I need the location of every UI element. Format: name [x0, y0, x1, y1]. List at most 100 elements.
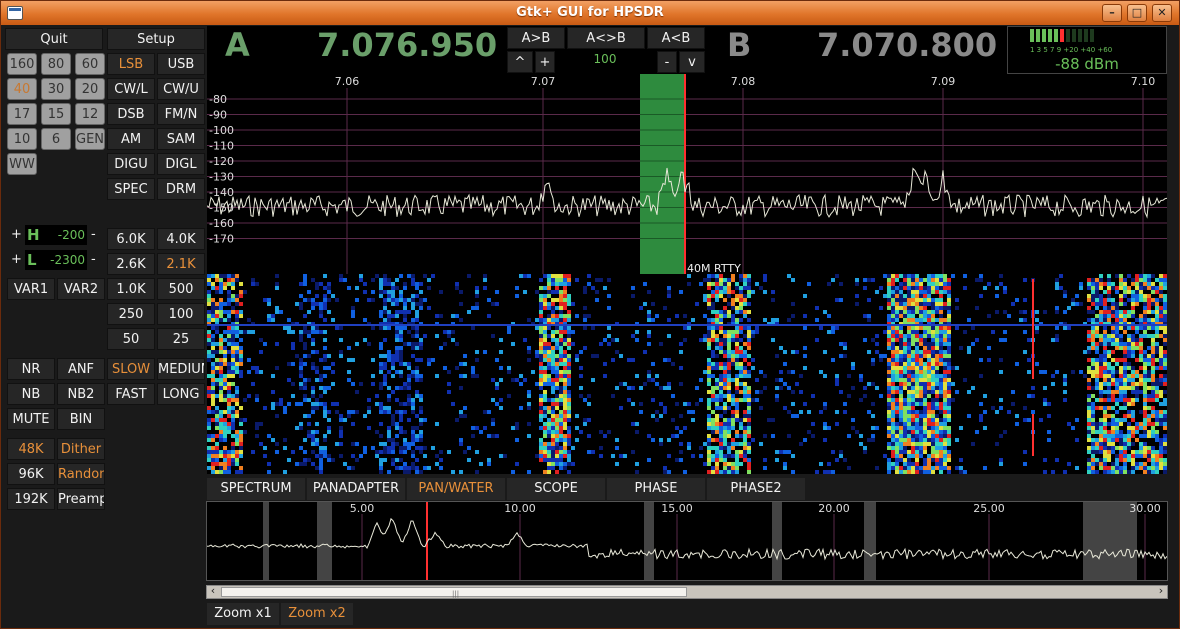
mode-digl-button[interactable]: DIGL [157, 153, 205, 175]
filter-2-1k-button[interactable]: 2.1K [157, 253, 205, 275]
nr-button[interactable]: NR [7, 358, 55, 380]
band-40-button[interactable]: 40 [7, 78, 37, 100]
mode-cw-l-button[interactable]: CW/L [107, 78, 155, 100]
a-swap-b-button[interactable]: A<>B [567, 27, 645, 49]
bandscope[interactable]: 5.00 10.00 15.00 20.00 25.00 30.00 [206, 501, 1168, 581]
band-segment[interactable] [772, 502, 782, 580]
scroll-left-icon[interactable]: ‹ [207, 584, 219, 597]
maximize-button[interactable]: □ [1127, 4, 1147, 22]
waterfall-pixel [887, 386, 891, 390]
a-to-b-button[interactable]: A>B [507, 27, 565, 49]
var2-button[interactable]: VAR2 [57, 278, 105, 300]
band-6-button[interactable]: 6 [41, 128, 71, 150]
band-160-button[interactable]: 160 [7, 53, 37, 75]
band-80-button[interactable]: 80 [41, 53, 71, 75]
panadapter[interactable]: -80 -90 -100 -110 -120 -130 -140 -150 -160 -170 7.… [207, 74, 1167, 274]
random-button[interactable]: Random [57, 463, 105, 485]
quit-button[interactable]: Quit [5, 28, 103, 50]
var1-button[interactable]: VAR1 [7, 278, 55, 300]
nb-button[interactable]: NB [7, 383, 55, 405]
step-plus-button[interactable]: + [535, 51, 555, 73]
band-12-button[interactable]: 12 [75, 103, 105, 125]
mode-sam-button[interactable]: SAM [157, 128, 205, 150]
band-10-button[interactable]: 10 [7, 128, 37, 150]
anf-button[interactable]: ANF [57, 358, 105, 380]
bandscope-scrollbar[interactable]: ‹ ||| › [206, 584, 1168, 599]
filter-50-button[interactable]: 50 [107, 328, 155, 350]
band-17-button[interactable]: 17 [7, 103, 37, 125]
mute-button[interactable]: MUTE [7, 408, 55, 430]
mode-am-button[interactable]: AM [107, 128, 155, 150]
filter-250-button[interactable]: 250 [107, 303, 155, 325]
filter-1-0k-button[interactable]: 1.0K [107, 278, 155, 300]
filter-500-button[interactable]: 500 [157, 278, 205, 300]
preamp-button[interactable]: Preamp [57, 488, 105, 510]
tab-panadapter[interactable]: PANADAPTER [307, 478, 405, 500]
band-30-button[interactable]: 30 [41, 78, 71, 100]
filter-low-minus-button[interactable]: - [91, 252, 96, 267]
dither-button[interactable]: Dither [57, 438, 105, 460]
zoom-x1-button[interactable]: Zoom x1 [207, 603, 279, 625]
title-bar[interactable]: Gtk+ GUI for HPSDR – □ ✕ [1, 1, 1179, 25]
band-segment[interactable] [864, 502, 876, 580]
agc-medium-button[interactable]: MEDIUM [157, 358, 205, 380]
rate-96k-button[interactable]: 96K [7, 463, 55, 485]
setup-button[interactable]: Setup [107, 28, 205, 50]
mode-dsb-button[interactable]: DSB [107, 103, 155, 125]
band-ww-button[interactable]: WW [7, 153, 37, 175]
waterfall-pixel [1103, 298, 1107, 302]
tab-spectrum[interactable]: SPECTRUM [207, 478, 305, 500]
mode-digu-button[interactable]: DIGU [107, 153, 155, 175]
filter-passband[interactable] [640, 74, 684, 274]
mode-usb-button[interactable]: USB [157, 53, 205, 75]
tab-phase2[interactable]: PHASE2 [707, 478, 805, 500]
mode-fm-n-button[interactable]: FM/N [157, 103, 205, 125]
bandscope-plot[interactable]: 5.00 10.00 15.00 20.00 25.00 30.00 [207, 502, 1167, 580]
minimize-button[interactable]: – [1102, 4, 1122, 22]
mode-cw-u-button[interactable]: CW/U [157, 78, 205, 100]
tab-pan-water[interactable]: PAN/WATER [407, 478, 505, 500]
vfo-b-frequency[interactable]: 7.070.800 [817, 26, 997, 64]
band-segment[interactable] [317, 502, 332, 580]
step-minus-button[interactable]: - [657, 51, 677, 73]
mode-spec-button[interactable]: SPEC [107, 178, 155, 200]
waterfall[interactable] [207, 274, 1167, 474]
filter-high-minus-button[interactable]: - [91, 227, 96, 242]
band-60-button[interactable]: 60 [75, 53, 105, 75]
band-15-button[interactable]: 15 [41, 103, 71, 125]
band-segment[interactable] [263, 502, 269, 580]
tune-up-button[interactable]: ^ [507, 51, 533, 73]
vfo-a-frequency[interactable]: 7.076.950 [317, 26, 497, 64]
b-to-a-button[interactable]: A<B [647, 27, 705, 49]
agc-slow-button[interactable]: SLOW [107, 358, 155, 380]
scroll-right-icon[interactable]: › [1155, 584, 1167, 597]
tab-phase[interactable]: PHASE [607, 478, 705, 500]
rate-48k-button[interactable]: 48K [7, 438, 55, 460]
filter-100-button[interactable]: 100 [157, 303, 205, 325]
agc-fast-button[interactable]: FAST [107, 383, 155, 405]
nb2-button[interactable]: NB2 [57, 383, 105, 405]
band-segment[interactable] [644, 502, 654, 580]
agc-long-button[interactable]: LONG [157, 383, 205, 405]
filter-2-6k-button[interactable]: 2.6K [107, 253, 155, 275]
waterfall-pixel [927, 386, 931, 390]
panadapter-plot[interactable]: -80-90-100-110-120-130-140-150-160-1707.… [207, 74, 1167, 274]
waterfall-pixel [583, 418, 587, 422]
filter-6-0k-button[interactable]: 6.0K [107, 228, 155, 250]
filter-low-plus-button[interactable]: + [11, 252, 22, 267]
scrollbar-thumb[interactable]: ||| [221, 587, 687, 598]
tab-scope[interactable]: SCOPE [507, 478, 605, 500]
band-20-button[interactable]: 20 [75, 78, 105, 100]
zoom-x2-button[interactable]: Zoom x2 [281, 603, 353, 625]
mode-lsb-button[interactable]: LSB [107, 53, 155, 75]
rate-192k-button[interactable]: 192K [7, 488, 55, 510]
mode-drm-button[interactable]: DRM [157, 178, 205, 200]
tune-down-button[interactable]: v [679, 51, 705, 73]
filter-4-0k-button[interactable]: 4.0K [157, 228, 205, 250]
waterfall-plot[interactable] [207, 274, 1167, 474]
bin-button[interactable]: BIN [57, 408, 105, 430]
filter-25-button[interactable]: 25 [157, 328, 205, 350]
close-button[interactable]: ✕ [1152, 4, 1172, 22]
band-gen-button[interactable]: GEN [75, 128, 105, 150]
filter-high-plus-button[interactable]: + [11, 227, 22, 242]
